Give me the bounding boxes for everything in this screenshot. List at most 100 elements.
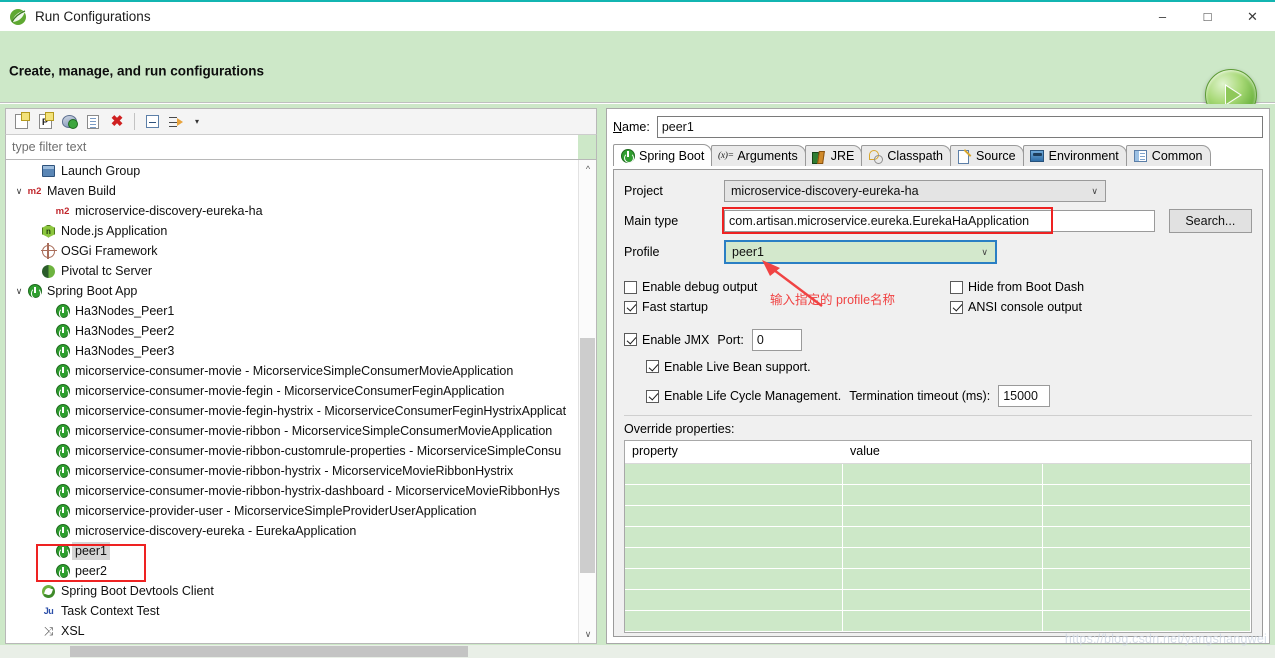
tree-item-node-js[interactable]: n Node.js Application [6,221,577,241]
expand-arrow-icon[interactable]: ∨ [12,286,26,297]
table-row[interactable] [625,464,1251,485]
table-cell[interactable] [1043,569,1251,589]
search-button[interactable]: Search... [1168,209,1252,233]
table-cell[interactable] [843,569,1043,589]
tab-jre[interactable]: JRE [804,145,863,166]
new-launch-configuration-button[interactable] [10,111,32,133]
checkbox-enable-live-bean-support[interactable]: Enable Live Bean support. [646,360,811,374]
main-type-input[interactable] [724,210,1155,232]
table-cell[interactable] [1043,611,1251,631]
table-row[interactable] [625,485,1251,506]
table-cell[interactable] [1043,548,1251,568]
maximize-button[interactable]: □ [1185,2,1230,31]
column-header-blank[interactable] [1043,441,1251,463]
table-cell[interactable] [625,611,843,631]
table-row[interactable] [625,611,1251,632]
tree-vertical-scrollbar[interactable]: ^ ∨ [578,160,596,643]
table-cell[interactable] [1043,590,1251,610]
scroll-down-arrow-icon[interactable]: ∨ [579,625,596,643]
checkbox-box[interactable] [646,389,659,403]
checkbox-box[interactable] [646,360,659,373]
name-input[interactable] [656,116,1263,138]
tree-item-spring[interactable]: ∨ Spring Boot App [6,281,577,301]
table-row[interactable] [625,590,1251,611]
search-input[interactable] [6,136,578,158]
tab-arguments[interactable]: (x)= Arguments [711,145,806,166]
tree-item-micorservice-consumer-movie-ribbon-hystrix[interactable]: micorservice-consumer-movie-ribbon-hystr… [6,461,577,481]
tree-item-micorservice-consumer-movie-ribbon-hystrix-dashboard[interactable]: micorservice-consumer-movie-ribbon-hystr… [6,481,577,501]
tab-environment[interactable]: Environment [1022,145,1127,166]
checkbox-box[interactable] [950,300,963,314]
tree-item-ha3nodes-peer3[interactable]: Ha3Nodes_Peer3 [6,341,577,361]
table-cell[interactable] [843,506,1043,526]
table-cell[interactable] [843,527,1043,547]
tree-item-microservice-discovery-eureka[interactable]: microservice-discovery-eureka - EurekaAp… [6,521,577,541]
checkbox-hide-from-boot-dash[interactable]: Hide from Boot Dash [950,280,1084,294]
expand-arrow-icon[interactable]: ∨ [12,186,26,197]
table-cell[interactable] [843,590,1043,610]
configurations-tree[interactable]: Launch Group ∨ m2 Maven Build m2 microservice… [6,160,577,643]
table-row[interactable] [625,548,1251,569]
tree-item-microservice-discovery-eureka-ha[interactable]: m2 microservice-discovery-eureka-ha [6,201,577,221]
tree-item-peer1[interactable]: peer1 [6,541,577,561]
table-cell[interactable] [843,464,1043,484]
table-cell[interactable] [625,590,843,610]
checkbox-enable-debug-output[interactable]: Enable debug output [624,280,757,294]
tree-item-micorservice-consumer-movie-ribbon[interactable]: micorservice-consumer-movie-ribbon - Mic… [6,421,577,441]
profile-select[interactable]: peer1 ∨ [724,240,997,264]
table-cell[interactable] [625,464,843,484]
tree-item-micorservice-consumer-movie-fegin[interactable]: micorservice-consumer-movie-fegin - Mico… [6,381,577,401]
table-row[interactable] [625,506,1251,527]
table-cell[interactable] [625,548,843,568]
tree-item-micorservice-consumer-movie[interactable]: micorservice-consumer-movie - Micorservi… [6,361,577,381]
table-cell[interactable] [1043,527,1251,547]
table-row[interactable] [625,527,1251,548]
table-cell[interactable] [843,611,1043,631]
tree-item-peer2[interactable]: peer2 [6,561,577,581]
tab-source[interactable]: Source [950,145,1024,166]
tree-item-pivotal[interactable]: Pivotal tc Server [6,261,577,281]
checkbox-enable-life-cycle-management[interactable]: Enable Life Cycle Management. [646,389,841,403]
tree-item-maven[interactable]: ∨ m2 Maven Build [6,181,577,201]
table-cell[interactable] [625,527,843,547]
new-prototype-button[interactable]: P [34,111,56,133]
table-cell[interactable] [1043,506,1251,526]
checkbox-box[interactable] [624,280,637,294]
port-input[interactable] [751,328,802,351]
tree-item-task[interactable]: Ju Task Context Test [6,601,577,621]
table-cell[interactable] [625,569,843,589]
tree-item-xsl[interactable]: ⤨ XSL [6,621,577,641]
checkbox-box[interactable] [624,333,637,346]
tab-spring-boot[interactable]: Spring Boot [613,144,713,166]
filter-configurations-button[interactable] [165,111,187,133]
tree-item-micorservice-provider-user[interactable]: micorservice-provider-user - Micorservic… [6,501,577,521]
delete-configuration-button[interactable]: ✖ [106,111,128,133]
horizontal-scrollbar[interactable] [0,645,1275,658]
tree-item-spring[interactable]: Spring Boot Devtools Client [6,581,577,601]
checkbox-box[interactable] [950,280,963,294]
minimize-button[interactable]: – [1140,2,1185,31]
table-cell[interactable] [843,548,1043,568]
table-cell[interactable] [1043,485,1251,505]
tree-item-micorservice-consumer-movie-ribbon-customrule-properties[interactable]: micorservice-consumer-movie-ribbon-custo… [6,441,577,461]
table-cell[interactable] [625,506,843,526]
checkbox-enable-jmx[interactable]: Enable JMX [624,333,709,347]
project-select[interactable]: microservice-discovery-eureka-ha ∨ [724,180,1106,202]
tree-item-ha3nodes-peer2[interactable]: Ha3Nodes_Peer2 [6,321,577,341]
table-cell[interactable] [843,485,1043,505]
termination-timeout-input[interactable] [998,385,1051,407]
table-cell[interactable] [625,485,843,505]
checkbox-box[interactable] [624,300,637,314]
checkbox-fast-startup[interactable]: Fast startup [624,300,708,314]
scrollbar-thumb[interactable] [580,338,595,573]
tree-item-launch[interactable]: Launch Group [6,161,577,181]
collapse-all-button[interactable] [141,111,163,133]
tab-common[interactable]: Common [1125,145,1211,166]
column-header-property[interactable]: property [625,441,843,463]
export-prototype-button[interactable] [58,111,80,133]
toolbar-dropdown-button[interactable]: ▾ [189,111,205,133]
override-properties-table[interactable]: property value [624,440,1252,633]
tree-item-micorservice-consumer-movie-fegin-hystrix[interactable]: micorservice-consumer-movie-fegin-hystri… [6,401,577,421]
close-button[interactable]: ✕ [1230,2,1275,31]
checkbox-ansi-console-output[interactable]: ANSI console output [950,300,1082,314]
